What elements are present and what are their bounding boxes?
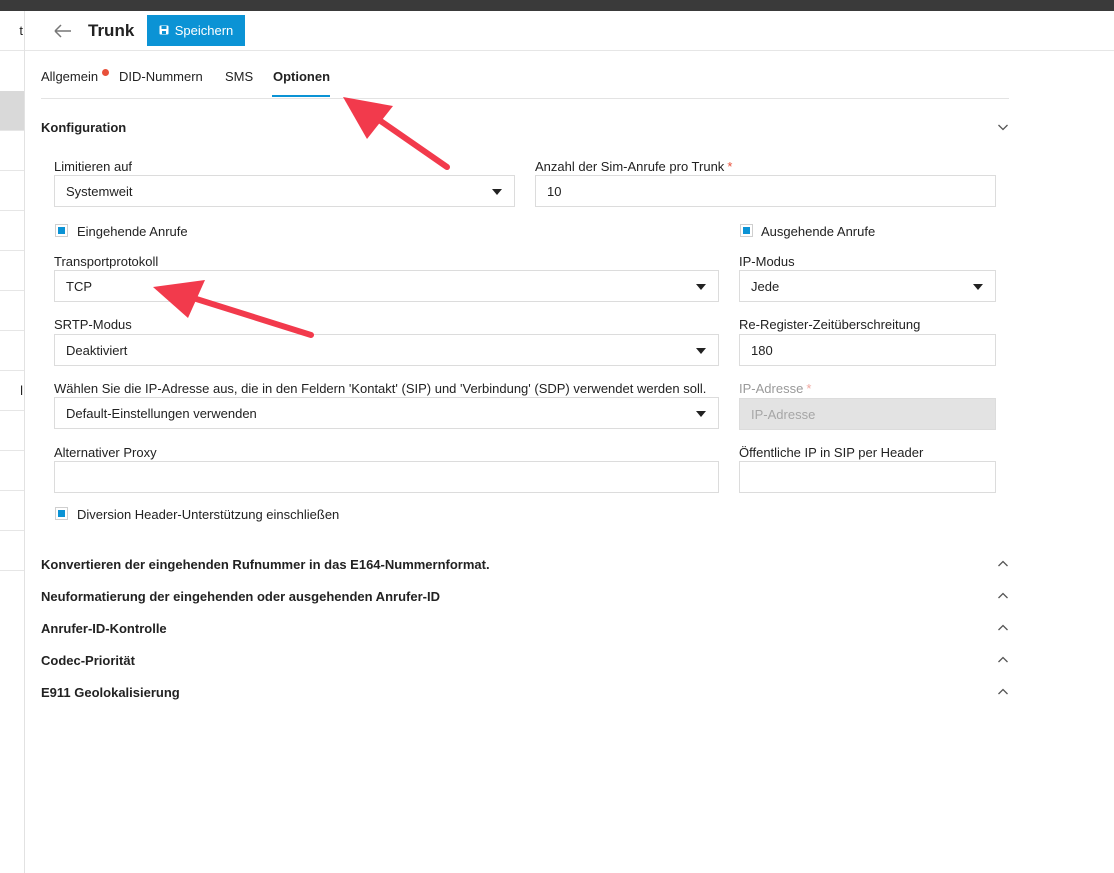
- sidebar-item[interactable]: [0, 251, 24, 291]
- page-title: Trunk: [88, 21, 135, 40]
- section-e164-konvertierung[interactable]: Konvertieren der eingehenden Rufnummer i…: [41, 557, 490, 572]
- tab-optionen[interactable]: Optionen: [273, 69, 330, 84]
- limitieren-label: Limitieren auf: [54, 159, 133, 174]
- section-e911-geolokalisierung[interactable]: E911 Geolokalisierung: [41, 685, 180, 700]
- srtp-select[interactable]: Deaktiviert: [54, 334, 719, 366]
- sidebar-item[interactable]: l: [0, 371, 24, 411]
- caret-down-icon: [492, 189, 502, 195]
- caret-down-icon: [973, 284, 983, 290]
- ipwahl-value: Default-Einstellungen verwenden: [66, 405, 257, 421]
- reregister-value: 180: [751, 342, 773, 358]
- sim-anrufe-label: Anzahl der Sim-Anrufe pro Trunk *: [535, 159, 732, 174]
- transport-select[interactable]: TCP: [54, 270, 719, 302]
- sidebar-item[interactable]: [0, 531, 24, 571]
- sidebar-item-active[interactable]: [0, 91, 24, 131]
- tab-allgemein[interactable]: Allgemein: [41, 69, 98, 84]
- reregister-label: Re-Register-Zeitüberschreitung: [739, 317, 921, 332]
- tab-bar: Allgemein DID-Nummern SMS Optionen: [41, 51, 1009, 99]
- sidebar-item[interactable]: t: [0, 11, 24, 51]
- caret-down-icon: [696, 284, 706, 290]
- sidebar: t l: [0, 11, 25, 873]
- ausgehende-anrufe-checkbox[interactable]: [740, 224, 753, 237]
- section-konfiguration[interactable]: Konfiguration: [41, 120, 126, 135]
- diversion-header-checkbox[interactable]: [55, 507, 68, 520]
- chevron-up-icon[interactable]: [997, 590, 1009, 602]
- ipadresse-label-text: IP-Adresse: [739, 381, 804, 396]
- proxy-label: Alternativer Proxy: [54, 445, 157, 460]
- chevron-up-icon[interactable]: [997, 558, 1009, 570]
- section-codec-prioritaet[interactable]: Codec-Priorität: [41, 653, 135, 668]
- sidebar-item[interactable]: [0, 171, 24, 211]
- public-ip-input[interactable]: [739, 461, 996, 493]
- chevron-up-icon[interactable]: [997, 686, 1009, 698]
- save-button[interactable]: Speichern: [147, 15, 245, 46]
- limitieren-value: Systemweit: [66, 183, 133, 199]
- eingehende-anrufe-label: Eingehende Anrufe: [77, 224, 188, 239]
- section-anrufer-id-neuformatierung[interactable]: Neuformatierung der eingehenden oder aus…: [41, 589, 440, 604]
- sidebar-item[interactable]: [0, 131, 24, 171]
- ipwahl-select[interactable]: Default-Einstellungen verwenden: [54, 397, 719, 429]
- required-marker: *: [727, 159, 733, 174]
- sim-anrufe-value: 10: [547, 183, 562, 199]
- caret-down-icon: [696, 348, 706, 354]
- ipadresse-placeholder: IP-Adresse: [751, 406, 816, 422]
- ausgehende-anrufe-label: Ausgehende Anrufe: [761, 224, 876, 239]
- active-tab-indicator: [272, 95, 330, 97]
- sidebar-item[interactable]: [0, 451, 24, 491]
- eingehende-anrufe-checkbox[interactable]: [55, 224, 68, 237]
- ipwahl-label: Wählen Sie die IP-Adresse aus, die in de…: [54, 381, 707, 396]
- reregister-input[interactable]: 180: [739, 334, 996, 366]
- save-icon: [159, 23, 169, 38]
- public-ip-label: Öffentliche IP in SIP per Header: [739, 445, 924, 460]
- chevron-up-icon[interactable]: [997, 654, 1009, 666]
- transport-label: Transportprotokoll: [54, 254, 159, 269]
- sidebar-item[interactable]: [0, 491, 24, 531]
- ipadresse-label: IP-Adresse *: [739, 381, 811, 396]
- sidebar-item[interactable]: [0, 291, 24, 331]
- page-header: Trunk Speichern: [25, 11, 1114, 51]
- sidebar-item[interactable]: [0, 411, 24, 451]
- ipmodus-select[interactable]: Jede: [739, 270, 996, 302]
- srtp-value: Deaktiviert: [66, 342, 128, 358]
- annotation-arrows: [153, 97, 450, 338]
- alert-dot-icon: [102, 69, 109, 76]
- caret-down-icon: [696, 411, 706, 417]
- ipmodus-value: Jede: [751, 278, 780, 294]
- sidebar-item-label: t: [19, 23, 23, 38]
- window-top-bar: [0, 0, 1114, 11]
- sidebar-item[interactable]: [0, 331, 24, 371]
- ipmodus-label: IP-Modus: [739, 254, 795, 269]
- diversion-header-label: Diversion Header-Unterstützung einschlie…: [77, 507, 340, 522]
- sidebar-item-label: l: [20, 383, 23, 398]
- limitieren-select[interactable]: Systemweit: [54, 175, 515, 207]
- sim-anrufe-label-text: Anzahl der Sim-Anrufe pro Trunk: [535, 159, 725, 174]
- chevron-down-icon[interactable]: [997, 121, 1009, 133]
- tab-sms[interactable]: SMS: [225, 69, 253, 84]
- back-arrow-icon[interactable]: [52, 21, 74, 41]
- chevron-up-icon[interactable]: [997, 622, 1009, 634]
- required-marker: *: [806, 381, 812, 396]
- transport-value: TCP: [66, 278, 92, 294]
- proxy-input[interactable]: [54, 461, 719, 493]
- save-button-label: Speichern: [174, 23, 234, 38]
- sidebar-item[interactable]: [0, 211, 24, 251]
- sim-anrufe-input[interactable]: 10: [535, 175, 996, 207]
- srtp-label: SRTP-Modus: [54, 317, 132, 332]
- annotation-arrow-optionen: [343, 97, 450, 170]
- section-anrufer-id-kontrolle[interactable]: Anrufer-ID-Kontrolle: [41, 621, 167, 636]
- tab-did-nummern[interactable]: DID-Nummern: [119, 69, 203, 84]
- ipadresse-input: IP-Adresse: [739, 398, 996, 430]
